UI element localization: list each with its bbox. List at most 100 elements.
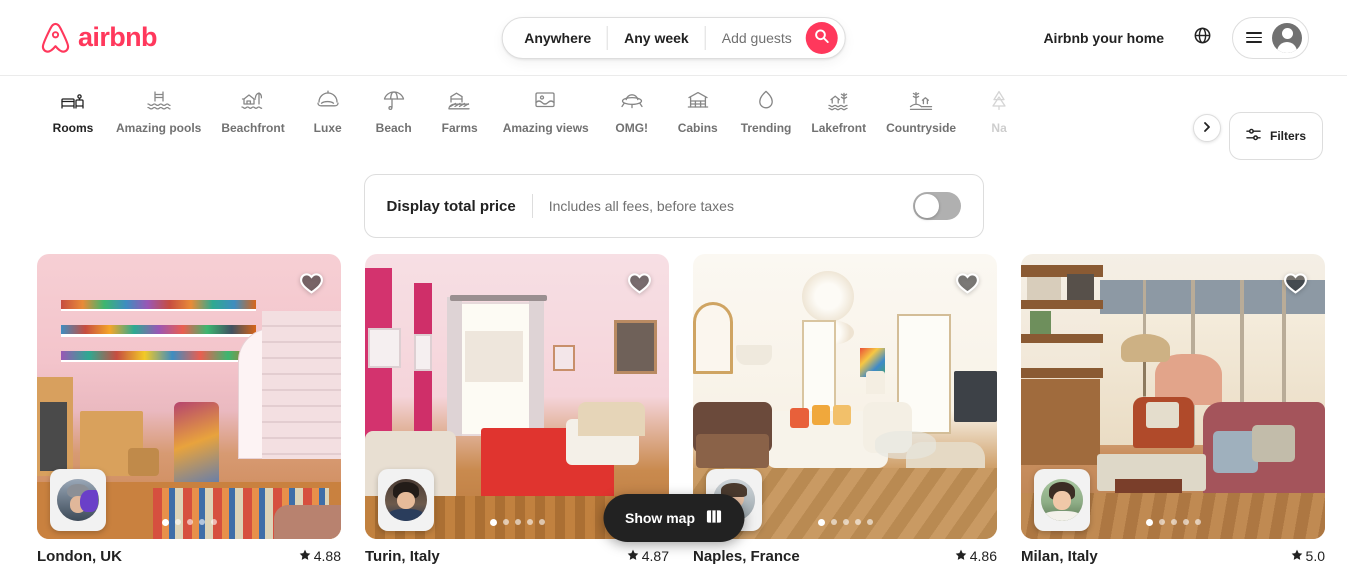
listing-rating: 4.88 xyxy=(299,548,341,564)
category-label: Luxe xyxy=(313,121,342,135)
category-item-amazing-pools[interactable]: Amazing pools xyxy=(106,88,211,146)
category-next-button[interactable] xyxy=(1193,114,1221,142)
host-avatar-icon xyxy=(57,479,99,521)
carousel-dot[interactable] xyxy=(538,519,545,525)
listing-photo[interactable] xyxy=(693,254,997,539)
header-right-controls: Airbnb your home xyxy=(1029,16,1323,59)
category-label: Trending xyxy=(740,121,792,135)
listing-photo[interactable] xyxy=(37,254,341,539)
profile-menu-button[interactable] xyxy=(1232,16,1309,59)
category-label: Beachfront xyxy=(221,121,285,135)
airbnb-search-page: airbnb Anywhere Any week Add guests Airb… xyxy=(0,0,1347,586)
carousel-dot[interactable] xyxy=(198,519,205,525)
language-globe-button[interactable] xyxy=(1182,18,1222,58)
carousel-dots xyxy=(1021,519,1325,526)
carousel-dot[interactable] xyxy=(526,519,533,525)
airbnb-belo-icon xyxy=(40,21,71,54)
category-item-countryside[interactable]: Countryside xyxy=(876,88,966,146)
star-icon xyxy=(627,548,639,564)
listing-info: London, UK 4.88 xyxy=(37,539,341,565)
search-guests[interactable]: Add guests xyxy=(706,17,804,59)
heart-icon[interactable] xyxy=(299,271,324,299)
listing-location: London, UK xyxy=(37,548,122,565)
lakefront-icon xyxy=(826,88,852,114)
carousel-dot[interactable] xyxy=(502,519,509,525)
filter-sliders-icon xyxy=(1246,127,1261,145)
carousel-dot[interactable] xyxy=(842,519,849,525)
category-list[interactable]: Rooms Amazing pools Beachfront Luxe Beach Far… xyxy=(40,76,1323,146)
category-label: Farms xyxy=(441,121,478,135)
carousel-dot[interactable] xyxy=(161,519,169,526)
category-item-beachfront[interactable]: Beachfront xyxy=(211,88,294,146)
carousel-dot[interactable] xyxy=(854,519,861,525)
beach-umbrella-icon xyxy=(381,88,407,114)
category-item-trending[interactable]: Trending xyxy=(731,88,802,146)
filters-button[interactable]: Filters xyxy=(1228,112,1323,160)
carousel-dot[interactable] xyxy=(1170,519,1177,525)
carousel-dot[interactable] xyxy=(866,519,873,525)
heart-icon[interactable] xyxy=(955,271,980,299)
listing-rating-value: 4.86 xyxy=(969,548,997,564)
category-label: Rooms xyxy=(52,121,94,135)
category-item-na[interactable]: Na xyxy=(966,88,1032,146)
heart-icon[interactable] xyxy=(1283,271,1308,299)
price-panel-divider xyxy=(531,194,533,218)
category-item-luxe[interactable]: Luxe xyxy=(295,88,361,146)
search-when[interactable]: Any week xyxy=(608,17,705,59)
listing-rating: 5.0 xyxy=(1291,548,1325,564)
display-total-price-toggle[interactable] xyxy=(912,192,961,220)
category-label: Amazing pools xyxy=(116,121,202,135)
carousel-dot[interactable] xyxy=(210,519,217,525)
carousel-dot[interactable] xyxy=(489,519,497,526)
star-icon xyxy=(1291,548,1303,564)
show-map-button[interactable]: Show map xyxy=(602,494,745,542)
carousel-dot[interactable] xyxy=(1158,519,1165,525)
category-label: Amazing views xyxy=(502,121,589,135)
listing-rating-value: 4.88 xyxy=(313,548,341,564)
flame-icon xyxy=(753,88,779,114)
airbnb-your-home-link[interactable]: Airbnb your home xyxy=(1029,18,1178,58)
category-item-farms[interactable]: Farms xyxy=(427,88,493,146)
national-park-icon xyxy=(986,88,1012,114)
carousel-dot[interactable] xyxy=(186,519,193,525)
category-item-lakefront[interactable]: Lakefront xyxy=(801,88,876,146)
cloche-dome-icon xyxy=(315,88,341,114)
listing-info: Naples, France 4.86 xyxy=(693,539,997,565)
listing-rating-value: 5.0 xyxy=(1305,548,1325,564)
carousel-dot[interactable] xyxy=(1182,519,1189,525)
category-label: Lakefront xyxy=(811,121,867,135)
search-bar[interactable]: Anywhere Any week Add guests xyxy=(501,17,846,59)
star-icon xyxy=(299,548,311,564)
countryside-icon xyxy=(908,88,934,114)
filters-label: Filters xyxy=(1269,129,1306,143)
search-submit-button[interactable] xyxy=(805,22,838,54)
category-bar: Rooms Amazing pools Beachfront Luxe Beach Far… xyxy=(0,76,1347,158)
listing-photo[interactable] xyxy=(1021,254,1325,539)
swimming-pool-icon xyxy=(146,88,172,114)
carousel-dot[interactable] xyxy=(514,519,521,525)
carousel-dot[interactable] xyxy=(830,519,837,525)
category-item-beach[interactable]: Beach xyxy=(361,88,427,146)
carousel-dot[interactable] xyxy=(817,519,825,526)
listing-location: Milan, Italy xyxy=(1021,548,1098,565)
listing-rating-value: 4.87 xyxy=(641,548,669,564)
airbnb-logo[interactable]: airbnb xyxy=(40,21,158,54)
search-where[interactable]: Anywhere xyxy=(508,17,607,59)
host-avatar-icon xyxy=(1041,479,1083,521)
category-item-cabins[interactable]: Cabins xyxy=(665,88,731,146)
listing-card[interactable]: Milan, Italy 5.0 xyxy=(1021,254,1325,565)
carousel-dot[interactable] xyxy=(1145,519,1153,526)
carousel-dot[interactable] xyxy=(1194,519,1201,525)
listing-card[interactable]: London, UK 4.88 xyxy=(37,254,341,565)
price-panel-wrapper: Display total price Includes all fees, b… xyxy=(0,174,1347,238)
category-item-omg-[interactable]: OMG! xyxy=(599,88,665,146)
user-avatar-icon xyxy=(1272,22,1302,53)
category-label: Countryside xyxy=(886,121,957,135)
category-item-rooms[interactable]: Rooms xyxy=(40,88,106,146)
category-item-amazing-views[interactable]: Amazing views xyxy=(493,88,599,146)
carousel-dot[interactable] xyxy=(174,519,181,525)
category-label: Na xyxy=(991,121,1007,135)
host-avatar-icon xyxy=(385,479,427,521)
chevron-right-icon xyxy=(1202,119,1212,137)
heart-icon[interactable] xyxy=(627,271,652,299)
